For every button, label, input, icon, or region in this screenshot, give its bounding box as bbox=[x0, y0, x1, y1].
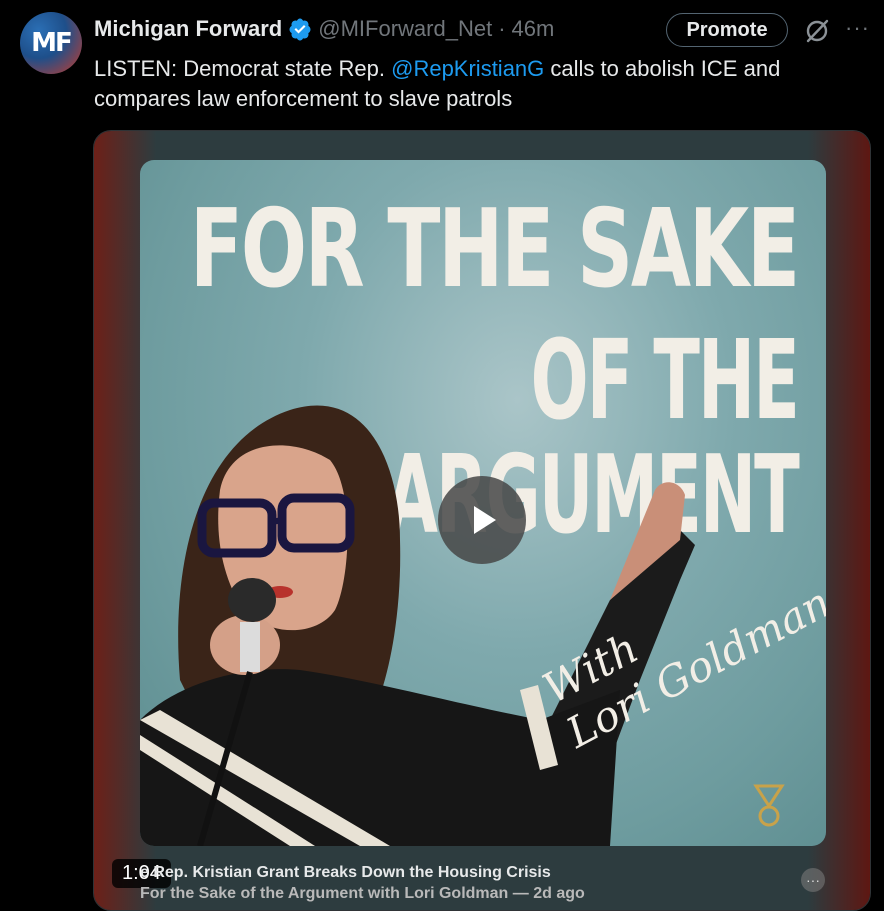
more-options-icon[interactable]: ··· bbox=[845, 17, 869, 42]
episode-title[interactable]: e Rep. Kristian Grant Breaks Down the Ho… bbox=[140, 864, 551, 882]
display-name[interactable]: Michigan Forward bbox=[94, 16, 282, 42]
grok-icon[interactable] bbox=[803, 17, 831, 45]
tweet-text-part: LISTEN: Democrat state Rep. bbox=[94, 56, 392, 81]
media-card[interactable]: FOR THE SAKE OF THE ARGUMENT With Lori G… bbox=[93, 130, 871, 911]
handle[interactable]: @MIForward_Net bbox=[318, 16, 492, 42]
promote-button[interactable]: Promote bbox=[666, 13, 788, 47]
play-button[interactable] bbox=[438, 476, 526, 564]
verified-badge-icon[interactable] bbox=[288, 17, 312, 41]
separator-dot: · bbox=[498, 16, 506, 41]
play-icon bbox=[474, 506, 496, 534]
tweet-text: LISTEN: Democrat state Rep. @RepKristian… bbox=[94, 54, 854, 114]
mention-link[interactable]: @RepKristianG bbox=[391, 56, 544, 81]
avatar[interactable]: MF bbox=[20, 12, 82, 74]
timestamp[interactable]: 46m bbox=[512, 16, 555, 42]
avatar-initials: MF bbox=[31, 28, 73, 58]
podcast-logo-icon bbox=[753, 784, 785, 827]
episode-subtitle[interactable]: For the Sake of the Argument with Lori G… bbox=[140, 885, 585, 903]
tweet-header: Michigan Forward @MIForward_Net · 46m bbox=[94, 12, 554, 46]
card-more-icon[interactable]: ··· bbox=[801, 868, 825, 892]
